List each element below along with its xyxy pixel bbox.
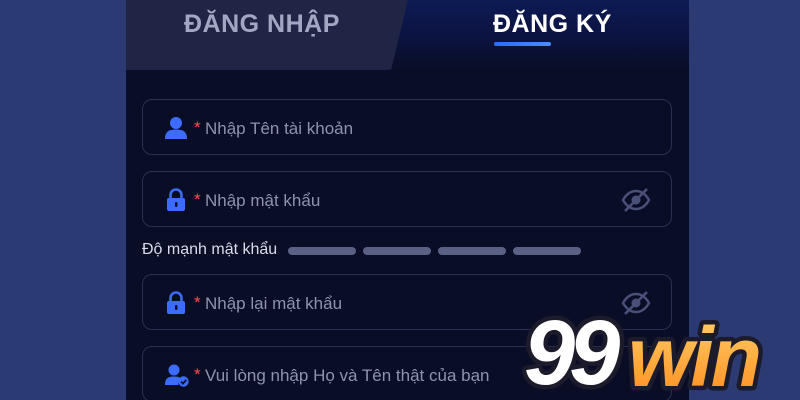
eye-slash-icon[interactable] (621, 187, 651, 213)
auth-tabs: ĐĂNG NHẬP ĐĂNG KÝ (126, 0, 689, 70)
required-mark: * (194, 118, 201, 137)
svg-text:win: win (628, 310, 759, 400)
password-field[interactable]: * (142, 171, 672, 227)
tab-register-label: ĐĂNG KÝ (493, 10, 612, 38)
strength-bar-segment (288, 247, 356, 255)
username-field[interactable]: * (142, 99, 672, 155)
tab-login-label: ĐĂNG NHẬP (184, 10, 340, 38)
required-mark: * (194, 365, 201, 384)
active-tab-indicator (494, 42, 551, 46)
password-input[interactable] (203, 182, 607, 220)
tab-register[interactable]: ĐĂNG KÝ (411, 0, 689, 70)
svg-text:99: 99 (524, 302, 620, 400)
99win-logo: 99 win (522, 300, 767, 400)
required-mark: * (194, 190, 201, 209)
username-input[interactable] (203, 110, 607, 148)
lock-icon (165, 188, 187, 212)
tab-login[interactable]: ĐĂNG NHẬP (126, 0, 408, 70)
strength-bar-segment (438, 247, 506, 255)
lock-icon (165, 291, 187, 315)
user-icon (165, 116, 187, 140)
required-mark: * (194, 293, 201, 312)
strength-bar-segment (513, 247, 581, 255)
user-check-icon (165, 363, 189, 387)
password-strength-label: Độ mạnh mật khẩu (142, 241, 278, 258)
strength-bar-segment (363, 247, 431, 255)
